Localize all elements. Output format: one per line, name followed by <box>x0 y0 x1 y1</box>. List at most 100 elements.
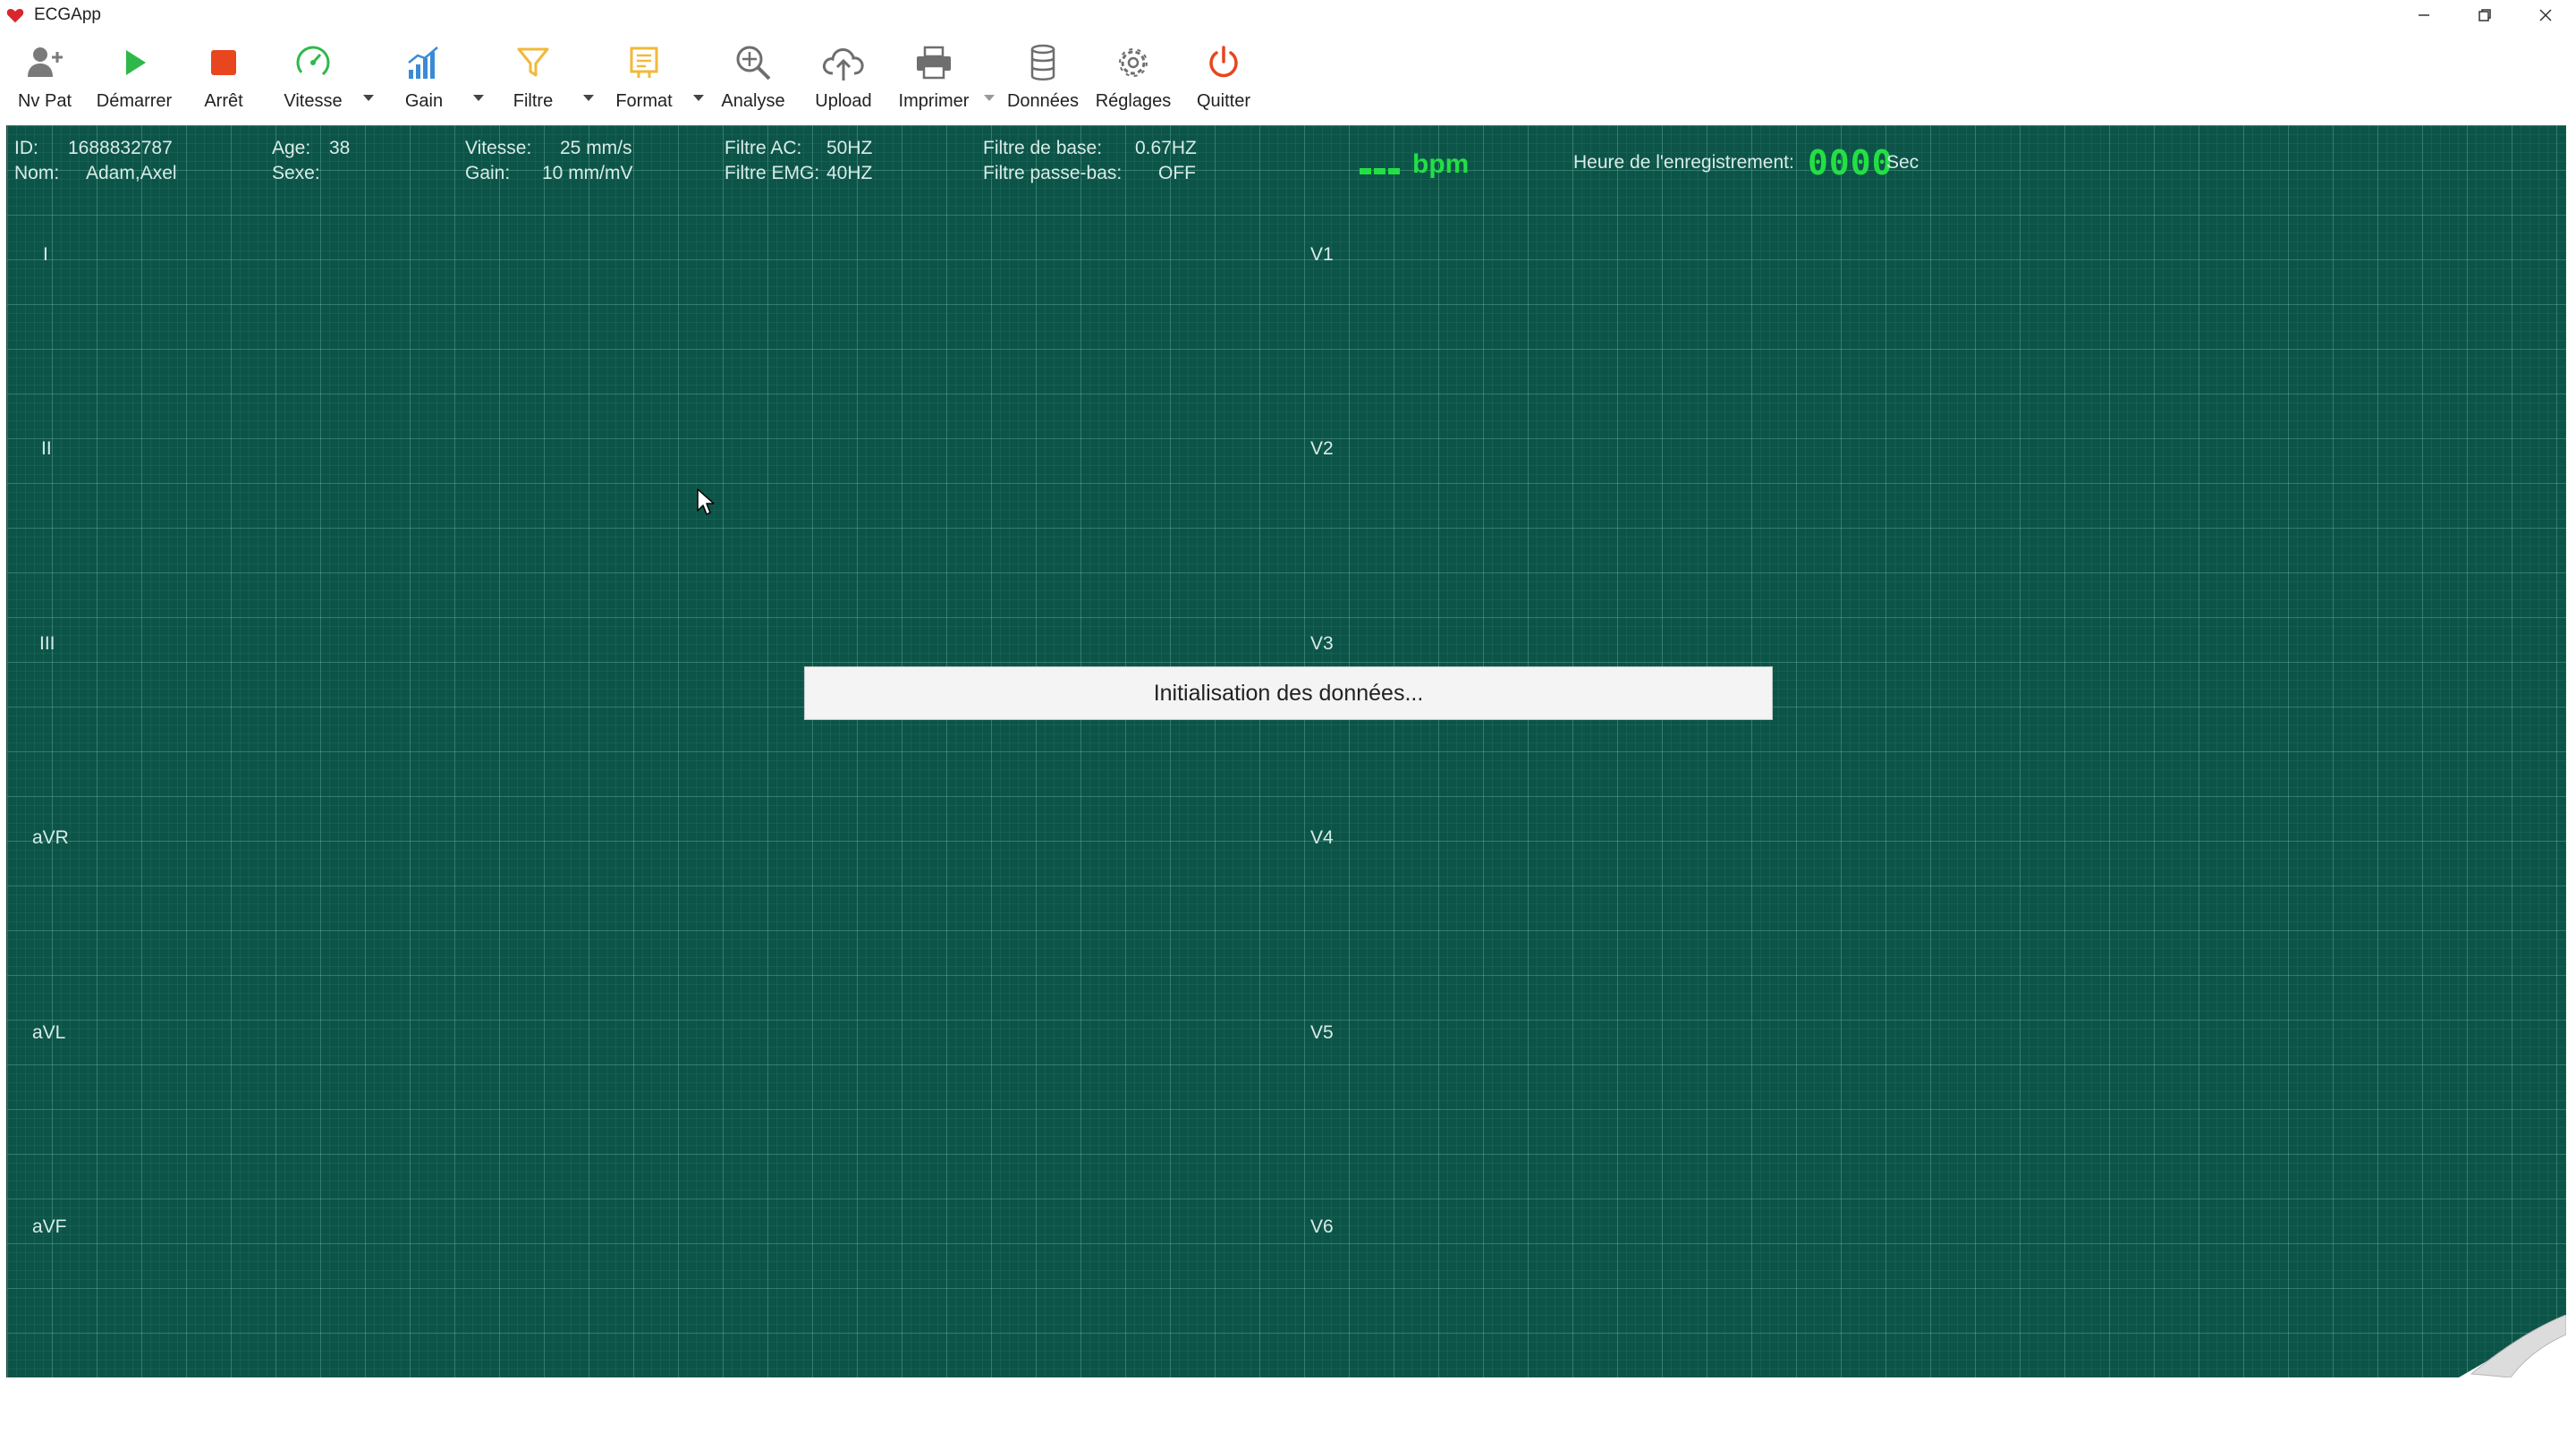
settings-button[interactable]: Réglages <box>1095 39 1172 120</box>
stop-icon <box>200 39 247 86</box>
gain-button[interactable]: Gain <box>399 39 449 120</box>
patient-name-row: Nom: Adam,Axel <box>14 161 177 186</box>
patient-id-row: ID: 1688832787 <box>14 136 173 161</box>
minimize-button[interactable] <box>2394 0 2454 30</box>
lead-label-v1: V1 <box>1310 244 1334 265</box>
funnel-icon <box>510 39 556 86</box>
base-filter-row: Filtre de base: 0.67HZ <box>983 136 1197 161</box>
analyse-label: Analyse <box>721 91 785 111</box>
upload-button[interactable]: Upload <box>810 39 877 120</box>
minimize-icon <box>2419 14 2429 16</box>
heart-rate-placeholder <box>1360 163 1406 174</box>
base-filter-value: 0.67HZ <box>1135 138 1197 158</box>
filter-label: Filtre <box>513 91 554 111</box>
filter-button[interactable]: Filtre <box>508 39 558 120</box>
settings-label: Réglages <box>1095 91 1172 111</box>
window-controls <box>2394 0 2576 30</box>
patient-sex-label: Sexe: <box>272 163 320 183</box>
patient-id-label: ID: <box>14 138 38 158</box>
lead-label-i: I <box>43 244 48 265</box>
speed-dropdown-arrow[interactable] <box>363 95 374 101</box>
new-patient-button[interactable]: Nv Pat <box>13 39 77 120</box>
signal-bars-icon <box>401 39 447 86</box>
recording-time-value: 0000 <box>1808 143 1894 182</box>
print-button[interactable]: Imprimer <box>894 39 973 120</box>
format-button[interactable]: Format <box>612 39 676 120</box>
patient-name-label: Nom: <box>14 163 60 183</box>
lead-label-avf: aVF <box>32 1216 67 1237</box>
lead-label-avl: aVL <box>32 1022 66 1043</box>
speed-label: Vitesse <box>284 91 343 111</box>
database-icon <box>1020 39 1066 86</box>
format-dropdown-arrow[interactable] <box>693 95 704 101</box>
analyse-button[interactable]: Analyse <box>719 39 787 120</box>
lead-label-iii: III <box>39 633 55 654</box>
document-icon <box>621 39 667 86</box>
lead-label-avr: aVR <box>32 827 69 848</box>
restore-button[interactable] <box>2454 0 2515 30</box>
new-patient-label: Nv Pat <box>17 91 72 111</box>
initialization-message: Initialisation des données... <box>1153 680 1424 706</box>
lead-label-v3: V3 <box>1310 633 1334 654</box>
recording-time-label: Heure de l'enregistrement: <box>1573 152 1794 173</box>
quit-label: Quitter <box>1196 91 1251 111</box>
speedometer-icon <box>290 39 336 86</box>
heart-icon <box>6 8 24 23</box>
recording-time-unit: Sec <box>1886 152 1919 173</box>
restore-icon <box>2479 9 2491 21</box>
gain-info-label: Gain: <box>465 163 511 183</box>
play-icon <box>111 39 157 86</box>
ecg-grid[interactable]: ID: 1688832787 Nom: Adam,Axel Age: 38 Sexe:… <box>6 125 2566 1377</box>
print-dropdown-arrow[interactable] <box>984 95 995 101</box>
printer-icon <box>911 39 957 86</box>
ac-filter-value: 50HZ <box>826 138 873 158</box>
heart-rate-unit: bpm <box>1412 149 1470 179</box>
add-user-icon <box>21 39 68 86</box>
lead-label-v4: V4 <box>1310 827 1334 848</box>
quit-button[interactable]: Quitter <box>1190 39 1258 120</box>
ac-filter-row: Filtre AC: 50HZ <box>724 136 872 161</box>
patient-age-row: Age: 38 <box>272 136 350 161</box>
gain-label: Gain <box>404 91 444 111</box>
speed-info-value: 25 mm/s <box>560 138 632 158</box>
patient-sex-row: Sexe: <box>272 161 329 186</box>
stop-label: Arrêt <box>204 91 243 111</box>
patient-name-value: Adam,Axel <box>86 163 177 183</box>
magnifier-icon <box>730 39 776 86</box>
patient-id-value: 1688832787 <box>68 138 173 158</box>
patient-age-value: 38 <box>329 138 351 158</box>
lead-label-ii: II <box>41 438 52 459</box>
cloud-upload-icon <box>820 39 867 86</box>
filter-dropdown-arrow[interactable] <box>583 95 594 101</box>
bottom-margin <box>0 1377 2576 1449</box>
speed-button[interactable]: Vitesse <box>279 39 347 120</box>
initialization-dialog: Initialisation des données... <box>804 666 1773 720</box>
data-label: Données <box>1006 91 1080 111</box>
mouse-cursor-icon <box>697 488 715 515</box>
lowpass-filter-row: Filtre passe-bas: OFF <box>983 161 1196 186</box>
lead-label-v2: V2 <box>1310 438 1334 459</box>
base-filter-label: Filtre de base: <box>983 138 1103 158</box>
lowpass-filter-label: Filtre passe-bas: <box>983 163 1123 183</box>
upload-label: Upload <box>815 91 872 111</box>
data-button[interactable]: Données <box>1005 39 1080 120</box>
title-bar: ECGApp <box>0 0 2576 30</box>
start-button[interactable]: Démarrer <box>93 39 175 120</box>
lead-label-v5: V5 <box>1310 1022 1334 1043</box>
page-curl-icon[interactable] <box>2459 1315 2566 1377</box>
emg-filter-label: Filtre EMG: <box>724 163 820 183</box>
app-title: ECGApp <box>34 5 101 24</box>
emg-filter-row: Filtre EMG: 40HZ <box>724 161 872 186</box>
gain-info-value: 10 mm/mV <box>542 163 633 183</box>
gain-dropdown-arrow[interactable] <box>473 95 484 101</box>
print-label: Imprimer <box>898 91 970 111</box>
close-button[interactable] <box>2515 0 2576 30</box>
start-label: Démarrer <box>96 91 173 111</box>
lowpass-filter-value: OFF <box>1158 163 1196 183</box>
format-label: Format <box>615 91 673 111</box>
gain-info-row: Gain: 10 mm/mV <box>465 161 633 186</box>
power-icon <box>1200 39 1247 86</box>
lead-label-v6: V6 <box>1310 1216 1334 1237</box>
stop-button[interactable]: Arrêt <box>197 39 250 120</box>
close-icon <box>2539 9 2552 21</box>
